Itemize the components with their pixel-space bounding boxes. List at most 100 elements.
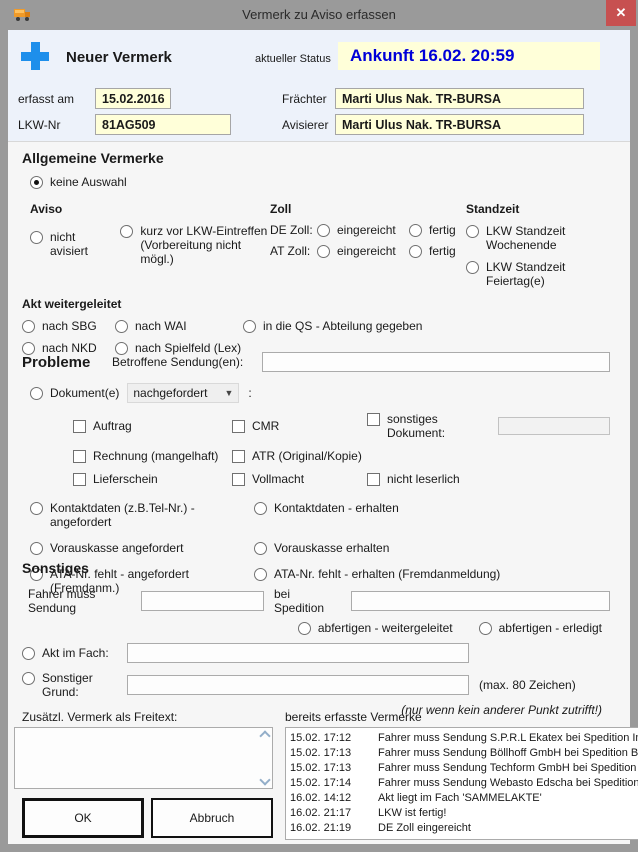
radio-nach-wai[interactable]: nach WAI — [115, 319, 243, 333]
radio-abfertigen-erledigt[interactable]: abfertigen - erledigt — [479, 621, 602, 635]
radio-icon — [22, 647, 35, 660]
radio-de-zoll-fertig[interactable]: fertig — [409, 223, 456, 237]
checkbox-icon — [232, 420, 245, 433]
checkbox-icon — [367, 473, 380, 486]
radio-icon — [30, 542, 43, 555]
radio-at-zoll-eingereicht[interactable]: eingereicht — [317, 244, 409, 258]
lkw-nr-label: LKW-Nr — [18, 118, 60, 132]
fahrer-sendung-input[interactable] — [141, 591, 264, 611]
checkbox-rechnung[interactable]: Rechnung (mangelhaft) — [73, 449, 232, 463]
radio-label: LKW Standzeit Feiertag(e) — [486, 260, 610, 288]
list-item[interactable]: 15.02. 17:13 Fahrer muss Sendung Böllhof… — [290, 746, 638, 761]
radio-abfertigen-weitergeleitet[interactable]: abfertigen - weitergeleitet — [298, 621, 453, 635]
at-zoll-row: AT Zoll: eingereicht fertig — [270, 244, 466, 258]
vermerke-listbox[interactable]: 15.02. 17:12 Fahrer muss Sendung S.P.R.L… — [285, 727, 638, 840]
title-bar[interactable]: Vermerk zu Aviso erfassen ✕ — [0, 0, 638, 30]
standzeit-row-1: LKW Standzeit Wochenende — [466, 224, 610, 252]
spedition-label: bei Spedition — [274, 587, 341, 615]
radio-vorauskasse-erhalten[interactable]: Vorauskasse erhalten — [254, 541, 389, 555]
checkbox-nicht-leserlich[interactable]: nicht leserlich — [367, 472, 460, 486]
aviso-column: Aviso nicht avisiert kurz vor LKW-Eintre… — [30, 202, 270, 288]
scroll-down-icon[interactable] — [259, 774, 270, 785]
sonstiger-grund-row: Sonstiger Grund: (max. 80 Zeichen) — [22, 671, 610, 699]
checkbox-label: Lieferschein — [93, 472, 158, 486]
checkbox-vollmacht[interactable]: Vollmacht — [232, 472, 367, 486]
checkbox-atr[interactable]: ATR (Original/Kopie) — [232, 449, 367, 463]
erfasst-am-field[interactable]: 15.02.2016 — [95, 88, 171, 109]
button-row: OK Abbruch — [22, 798, 273, 838]
radio-keine-auswahl[interactable]: keine Auswahl — [30, 175, 127, 189]
standzeit-heading: Standzeit — [466, 202, 610, 216]
entry-time: 15.02. 17:14 — [290, 776, 378, 791]
dokument-colon: : — [248, 386, 251, 400]
radio-label-line2: (Vorbereitung nicht mögl.) — [140, 238, 241, 266]
radio-dokumente[interactable]: Dokument(e) — [30, 386, 119, 400]
checkbox-lieferschein[interactable]: Lieferschein — [73, 472, 232, 486]
akt-row-1: nach SBG nach WAI in die QS - Abteilung … — [22, 319, 610, 333]
sonstiges-dokument-input[interactable] — [498, 417, 610, 435]
radio-label: abfertigen - weitergeleitet — [318, 621, 453, 635]
betroffene-sendung-input[interactable] — [262, 352, 610, 372]
checkbox-sonstiges-dokument[interactable]: sonstiges Dokument: — [367, 412, 492, 440]
akt-heading: Akt weitergeleitet — [22, 297, 610, 311]
radio-qs-abteilung[interactable]: in die QS - Abteilung gegeben — [243, 319, 422, 333]
radio-akt-im-fach[interactable]: Akt im Fach: — [22, 646, 127, 660]
radio-kontaktdaten-angefordert[interactable]: Kontaktdaten (z.B.Tel-Nr.) - angefordert — [30, 501, 254, 529]
radio-sonstiger-grund[interactable]: Sonstiger Grund: — [22, 671, 127, 699]
freitext-scrollbar[interactable] — [257, 728, 272, 788]
fraechter-field[interactable]: Marti Ulus Nak. TR-BURSA — [335, 88, 584, 109]
window-title: Vermerk zu Aviso erfassen — [0, 7, 638, 22]
de-zoll-label: DE Zoll: — [270, 223, 317, 237]
abfertigen-row: abfertigen - weitergeleitet abfertigen -… — [22, 621, 602, 635]
list-item[interactable]: 16.02. 21:17 LKW ist fertig! — [290, 806, 638, 821]
radio-de-zoll-eingereicht[interactable]: eingereicht — [317, 223, 409, 237]
radio-icon — [30, 231, 43, 244]
radio-vorauskasse-angefordert[interactable]: Vorauskasse angefordert — [30, 541, 254, 555]
allgemein-columns: Aviso nicht avisiert kurz vor LKW-Eintre… — [30, 202, 610, 288]
radio-kontaktdaten-erhalten[interactable]: Kontaktdaten - erhalten — [254, 501, 399, 529]
list-item[interactable]: 15.02. 17:14 Fahrer muss Sendung Webasto… — [290, 776, 638, 791]
radio-nach-sbg[interactable]: nach SBG — [22, 319, 115, 333]
list-item[interactable]: 15.02. 17:12 Fahrer muss Sendung S.P.R.L… — [290, 731, 638, 746]
checkbox-auftrag[interactable]: Auftrag — [73, 419, 232, 433]
radio-standzeit-wochenende[interactable]: LKW Standzeit Wochenende — [466, 224, 610, 252]
radio-icon — [409, 224, 422, 237]
plus-icon — [21, 42, 49, 70]
radio-at-zoll-fertig[interactable]: fertig — [409, 244, 456, 258]
radio-standzeit-feiertag[interactable]: LKW Standzeit Feiertag(e) — [466, 260, 610, 288]
entry-text: Fahrer muss Sendung Böllhoff GmbH bei Sp… — [378, 746, 638, 761]
ok-button[interactable]: OK — [22, 798, 144, 838]
list-item[interactable]: 16.02. 14:12 Akt liegt im Fach 'SAMMELAK… — [290, 791, 638, 806]
radio-label: in die QS - Abteilung gegeben — [263, 319, 422, 333]
checkbox-icon — [367, 413, 380, 426]
freitext-textarea[interactable] — [14, 727, 273, 789]
avisierer-field[interactable]: Marti Ulus Nak. TR-BURSA — [335, 114, 584, 135]
spedition-input[interactable] — [351, 591, 610, 611]
freitext-label: Zusätzl. Vermerk als Freitext: — [22, 710, 273, 724]
list-item[interactable]: 15.02. 17:13 Fahrer muss Sendung Techfor… — [290, 761, 638, 776]
radio-label: Vorauskasse angefordert — [50, 541, 183, 555]
max-zeichen-label: (max. 80 Zeichen) — [479, 678, 576, 692]
avisierer-label: Avisierer — [282, 118, 328, 132]
entry-text: Fahrer muss Sendung S.P.R.L Ekatex bei S… — [378, 731, 638, 746]
radio-icon — [254, 502, 267, 515]
scroll-up-icon[interactable] — [259, 730, 270, 741]
radio-kurz-vor-lkw-eintreffen[interactable]: kurz vor LKW-Eintreffen (Vorbereitung ni… — [120, 224, 270, 266]
status-label: aktueller Status — [255, 53, 331, 65]
akt-im-fach-input[interactable] — [127, 643, 469, 663]
list-item[interactable]: 16.02. 21:19 DE Zoll eingereicht — [290, 821, 638, 836]
freitext-body[interactable] — [15, 728, 257, 788]
sonstiger-grund-input[interactable] — [127, 675, 469, 695]
radio-nicht-avisiert[interactable]: nicht avisiert — [30, 230, 112, 266]
radio-label: Vorauskasse erhalten — [274, 541, 389, 555]
radio-label: abfertigen - erledigt — [499, 621, 602, 635]
dokument-select[interactable]: nachgefordert ▼ — [127, 383, 239, 403]
checkbox-cmr[interactable]: CMR — [232, 419, 367, 433]
keine-auswahl-row: keine Auswahl — [30, 175, 610, 192]
abbruch-button[interactable]: Abbruch — [151, 798, 273, 838]
checkbox-label: nicht leserlich — [387, 472, 460, 486]
vermerke-column: bereits erfasste Vermerke 15.02. 17:12 F… — [285, 710, 638, 840]
footer-section: Zusätzl. Vermerk als Freitext: OK Abbruc… — [14, 710, 620, 840]
lkw-nr-field[interactable]: 81AG509 — [95, 114, 231, 135]
close-button[interactable]: ✕ — [606, 0, 636, 26]
